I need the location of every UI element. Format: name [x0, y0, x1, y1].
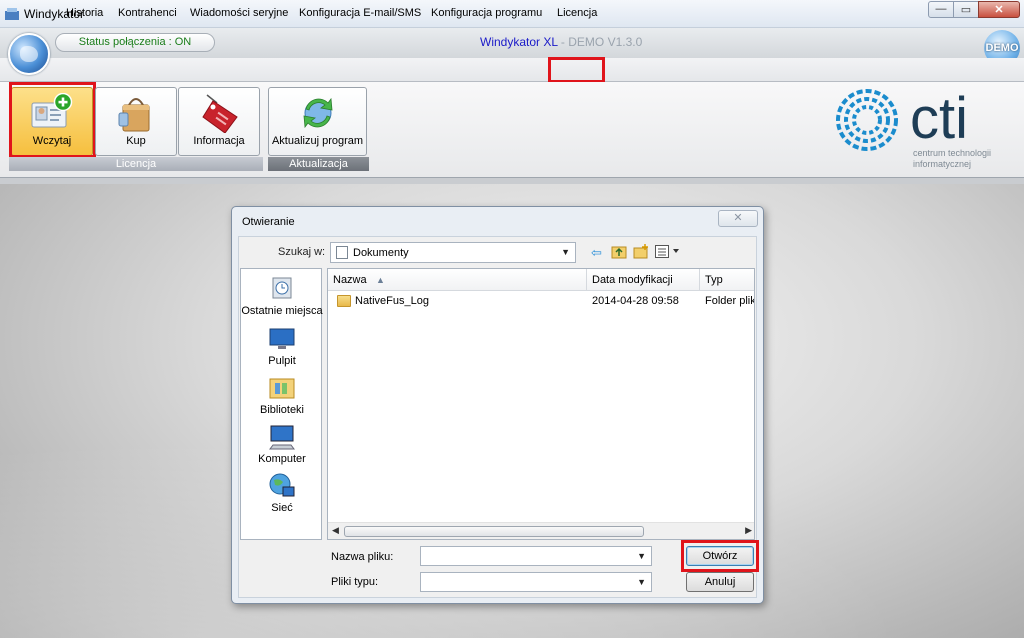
workspace-top-strip: [0, 178, 1024, 184]
menu-item-konfiguracja-email[interactable]: Konfiguracja E-mail/SMS: [299, 7, 421, 19]
file-list: Nazwa ▲ Data modyfikacji Typ NativeFus_L…: [327, 268, 755, 540]
close-window-button[interactable]: ✕: [978, 1, 1020, 18]
dialog-close-button[interactable]: ✕: [718, 210, 758, 227]
kup-label: Kup: [126, 135, 146, 147]
horizontal-scrollbar[interactable]: ◀ ▶: [328, 522, 754, 539]
place-desktop-label: Pulpit: [268, 355, 296, 367]
look-in-dropdown[interactable]: Dokumenty ▼: [330, 242, 576, 263]
up-folder-icon[interactable]: [611, 244, 627, 259]
cti-subtitle-line2: informatycznej: [913, 159, 972, 169]
close-icon: ✕: [994, 4, 1004, 16]
computer-icon: [269, 425, 295, 450]
places-bar: Ostatnie miejsca Pulpit Biblioteki Kompu…: [240, 268, 323, 540]
connection-status-badge: Status połączenia : ON: [55, 33, 215, 52]
back-arrow-icon[interactable]: ⇦: [591, 245, 602, 261]
menu-item-licencja[interactable]: Licencja: [557, 7, 597, 19]
column-header-date[interactable]: Data modyfikacji: [587, 269, 700, 291]
chevron-down-icon: ▼: [561, 247, 570, 257]
menu-bar: [0, 58, 1024, 82]
group-label-licencja: Licencja: [9, 157, 263, 171]
file-date: 2014-04-28 09:58: [592, 295, 679, 307]
filename-label: Nazwa pliku:: [331, 551, 394, 563]
chevron-down-icon: ▼: [637, 577, 646, 587]
app-version: - DEMO V1.3.0: [557, 35, 643, 49]
table-row[interactable]: NativeFus_Log 2014-04-28 09:58 Folder pl…: [328, 293, 755, 311]
column-header-type[interactable]: Typ: [700, 269, 754, 291]
file-name: NativeFus_Log: [355, 295, 429, 307]
view-menu-icon[interactable]: [655, 245, 681, 258]
look-in-label: Szukaj w:: [278, 246, 326, 258]
kup-button[interactable]: Kup: [95, 87, 177, 156]
place-computer-label: Komputer: [258, 453, 306, 465]
place-network[interactable]: Sieć: [241, 472, 323, 514]
menu-item-konfiguracja-programu[interactable]: Konfiguracja programu: [431, 7, 542, 19]
filetype-dropdown[interactable]: ▼: [420, 572, 652, 592]
maximize-button[interactable]: ▭: [953, 1, 979, 18]
libraries-icon: [269, 378, 295, 399]
sort-ascending-icon: ▲: [376, 275, 385, 285]
filetype-label: Pliki typu:: [331, 576, 379, 588]
menu-item-historia[interactable]: Historia: [66, 7, 103, 19]
scrollbar-thumb[interactable]: [344, 526, 644, 537]
network-globe-icon: [269, 473, 295, 497]
place-libraries[interactable]: Biblioteki: [241, 374, 323, 416]
maximize-icon: ▭: [960, 4, 972, 16]
informacja-button[interactable]: Informacja: [178, 87, 260, 156]
price-tag-icon: [202, 94, 238, 133]
place-computer[interactable]: Komputer: [241, 423, 323, 465]
place-recent[interactable]: Ostatnie miejsca: [241, 275, 323, 317]
recent-places-icon: [272, 277, 292, 299]
refresh-globe-icon: [303, 97, 332, 129]
look-in-value: Dokumenty: [353, 247, 409, 259]
column-name-label: Nazwa: [333, 274, 367, 286]
filename-input[interactable]: ▼: [420, 546, 652, 566]
cancel-button[interactable]: Anuluj: [686, 572, 754, 592]
file-type: Folder plik: [705, 295, 755, 307]
highlight-open-button: [681, 540, 759, 572]
shopping-bag-icon: [118, 98, 150, 132]
place-network-label: Sieć: [271, 502, 293, 514]
documents-folder-icon: [336, 246, 348, 259]
informacja-label: Informacja: [193, 135, 245, 147]
minimize-icon: —: [935, 3, 947, 15]
cti-subtitle-line1: centrum technologii: [913, 148, 992, 158]
place-desktop[interactable]: Pulpit: [241, 325, 323, 367]
scroll-left-icon[interactable]: ◀: [332, 525, 339, 536]
app-menu-globe-icon[interactable]: [8, 33, 50, 75]
chevron-down-icon: ▼: [637, 551, 646, 561]
desktop-icon: [269, 328, 295, 349]
cti-logo-text: cti: [910, 86, 968, 151]
app-icon: [5, 8, 19, 20]
place-libraries-label: Biblioteki: [259, 404, 305, 416]
column-header-name[interactable]: Nazwa ▲: [328, 269, 587, 291]
group-label-aktualizacja: Aktualizacja: [268, 157, 369, 171]
dialog-title: Otwieranie: [242, 216, 295, 228]
highlight-licencja-tab: [548, 57, 605, 83]
app-title: Windykator XL - DEMO V1.3.0: [480, 35, 642, 49]
place-recent-label: Ostatnie miejsca: [241, 305, 323, 317]
app-name: Windykator XL: [480, 35, 558, 49]
highlight-wczytaj-button: [9, 82, 96, 158]
cti-subtitle: centrum technologii informatycznej: [913, 148, 991, 170]
folder-icon: [337, 295, 351, 307]
aktualizuj-program-label: Aktualizuj program: [271, 135, 364, 147]
scroll-right-icon[interactable]: ▶: [745, 525, 752, 536]
menu-item-wiadomosci[interactable]: Wiadomości seryjne: [190, 7, 288, 19]
new-folder-icon[interactable]: [633, 244, 649, 259]
minimize-button[interactable]: —: [928, 1, 954, 18]
menu-item-kontrahenci[interactable]: Kontrahenci: [118, 7, 177, 19]
aktualizuj-program-button[interactable]: Aktualizuj program: [268, 87, 367, 156]
